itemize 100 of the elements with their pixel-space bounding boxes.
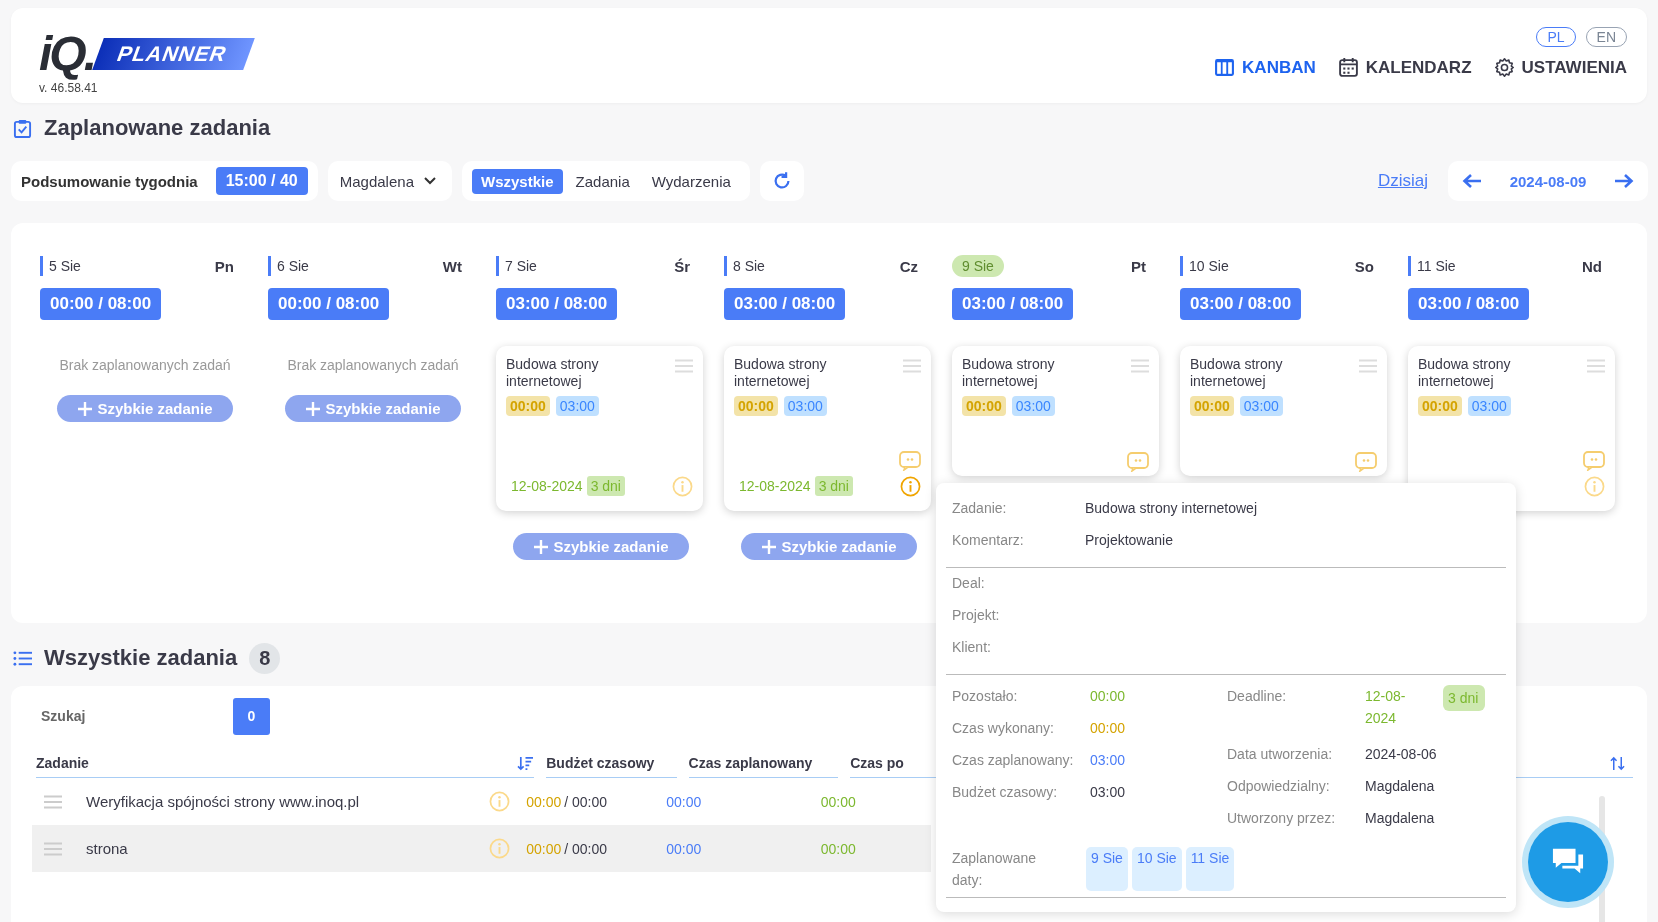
time-done: 00:00 [962, 396, 1006, 416]
empty-message: Brak zaplanowanych zadań [286, 357, 460, 373]
drag-handle-icon[interactable] [1587, 359, 1605, 373]
time-planned: 03:00 [1467, 396, 1511, 416]
hours-badge: 00:00 / 08:00 [268, 288, 390, 320]
weekday-label: Śr [674, 257, 691, 275]
info-icon[interactable] [489, 838, 511, 859]
language-button[interactable]: EN [1585, 27, 1627, 47]
task-card[interactable]: Budowa strony internetowej 00:00 03:00 [1408, 346, 1615, 511]
previous-button[interactable] [1462, 173, 1482, 189]
time-planned: 00:00 [666, 840, 702, 857]
field-label: Pozostało: [952, 687, 1019, 706]
sort-icon[interactable] [1610, 756, 1625, 771]
calendar-icon [1337, 57, 1359, 78]
hours-badge: 03:00 / 08:00 [724, 288, 846, 320]
filter-tab[interactable]: Zadania [566, 168, 639, 194]
time-done: 00:00 [1418, 396, 1462, 416]
nav-link[interactable]: KANBAN [1214, 57, 1316, 78]
drag-handle-icon[interactable] [903, 359, 921, 373]
drag-handle-icon[interactable] [44, 841, 62, 856]
comment-icon[interactable] [1127, 452, 1149, 472]
sort-icon[interactable] [517, 756, 535, 771]
info-icon[interactable] [1584, 475, 1605, 497]
summary-value: 15:00 / 40 [215, 167, 308, 195]
info-icon[interactable] [900, 475, 921, 497]
time-done: 00:00 [526, 793, 562, 810]
field-label: Komentarz: [952, 531, 1025, 550]
nav-link[interactable]: KALENDARZ [1337, 57, 1472, 78]
task-card[interactable]: Budowa strony internetowej 00:00 03:00 [1180, 346, 1387, 476]
column-header[interactable]: Zadanie [36, 751, 535, 778]
time-budget: / 00:00 [564, 840, 608, 857]
refresh-button[interactable] [759, 161, 804, 201]
task-title: Budowa strony internetowej [1418, 356, 1512, 390]
next-button[interactable] [1614, 173, 1634, 189]
drag-handle-icon[interactable] [1359, 359, 1377, 373]
column-header[interactable]: Czas zaplanowany [688, 751, 839, 778]
time-planned: 03:00 [1011, 396, 1055, 416]
language-button[interactable]: PL [1536, 27, 1576, 47]
plus-icon [77, 400, 94, 417]
field-label: Zadanie: [952, 499, 1008, 518]
field-label: Budżet czasowy: [952, 783, 1059, 802]
task-title: Budowa strony internetowej [506, 356, 600, 390]
comment-icon[interactable] [899, 451, 921, 471]
deadline-date: 12-08-2024 [1365, 687, 1407, 728]
comment-icon[interactable] [1583, 451, 1605, 471]
plus-icon [533, 538, 550, 555]
today-link[interactable]: Dzisiaj [1377, 171, 1428, 191]
time-done: 00:00 [526, 840, 562, 857]
person-dropdown[interactable]: Magdalena [327, 161, 452, 201]
current-date: 2024-08-09 [1509, 172, 1587, 190]
settings-icon [1493, 57, 1515, 78]
field-value: 00:00 [1090, 687, 1126, 706]
hours-badge: 03:00 / 08:00 [1408, 288, 1530, 320]
task-name: strona [86, 840, 128, 857]
hours-badge: 03:00 / 08:00 [952, 288, 1074, 320]
filter-tab[interactable]: Wydarzenia [642, 168, 740, 194]
list-icon [13, 648, 32, 668]
weekday-label: So [1354, 257, 1375, 275]
task-card[interactable]: Budowa strony internetowej 00:00 03:00 12-08-2024 3 dni [724, 346, 931, 511]
weekday-label: Wt [442, 257, 463, 275]
column-header[interactable]: Budżet czasowy [546, 751, 677, 778]
time-planned: 03:00 [555, 396, 599, 416]
drag-handle-icon[interactable] [1131, 359, 1149, 373]
field-label: Projekt: [952, 606, 1001, 625]
logo-name: PLANNER [92, 37, 255, 70]
field-value: 03:00 [1090, 783, 1126, 802]
field-value: 03:00 [1090, 751, 1126, 770]
task-card[interactable]: Budowa strony internetowej 00:00 03:00 [952, 346, 1159, 476]
field-value: Magdalena [1365, 809, 1435, 828]
field-value: 2024-08-06 [1365, 745, 1437, 764]
field-label: Czas wykonany: [952, 719, 1055, 738]
field-value: Projektowanie [1085, 531, 1173, 550]
field-label: Utworzony przez: [1227, 809, 1337, 828]
clipboard-check-icon [13, 118, 32, 138]
task-row[interactable]: strona 00:00 / 00:00 00:00 00:00 [32, 825, 931, 872]
time-remaining: 00:00 [820, 840, 856, 857]
info-icon[interactable] [489, 791, 511, 812]
filter-tab[interactable]: Wszystkie [472, 168, 563, 194]
drag-handle-icon[interactable] [44, 794, 62, 809]
task-name: Weryfikacja spójności strony www.inoq.pl [86, 793, 360, 810]
time-done: 00:00 [506, 396, 550, 416]
task-title: Budowa strony internetowej [1190, 356, 1284, 390]
time-remaining: 00:00 [820, 793, 856, 810]
hours-badge: 03:00 / 08:00 [1180, 288, 1302, 320]
field-value: 00:00 [1090, 719, 1126, 738]
day-date: 9 Sie [952, 255, 1004, 277]
task-card[interactable]: Budowa strony internetowej 00:00 03:00 12-08-2024 3 dni [496, 346, 703, 511]
time-done: 00:00 [1190, 396, 1234, 416]
plus-icon [305, 400, 322, 417]
task-row[interactable]: Weryfikacja spójności strony www.inoq.pl 00:00 / 00:00 00:00 00:00 [32, 778, 931, 825]
info-icon[interactable] [672, 475, 693, 497]
comment-icon[interactable] [1355, 452, 1377, 472]
hours-badge: 03:00 / 08:00 [496, 288, 618, 320]
search-count-badge: 0 [233, 697, 270, 735]
search-label: Szukaj [40, 708, 87, 724]
drag-handle-icon[interactable] [675, 359, 693, 373]
nav-link[interactable]: USTAWIENIA [1493, 57, 1627, 78]
day-date: 10 Sie [1180, 256, 1235, 276]
task-title: Budowa strony internetowej [734, 356, 828, 390]
date-chip: 9 Sie [1086, 847, 1128, 891]
